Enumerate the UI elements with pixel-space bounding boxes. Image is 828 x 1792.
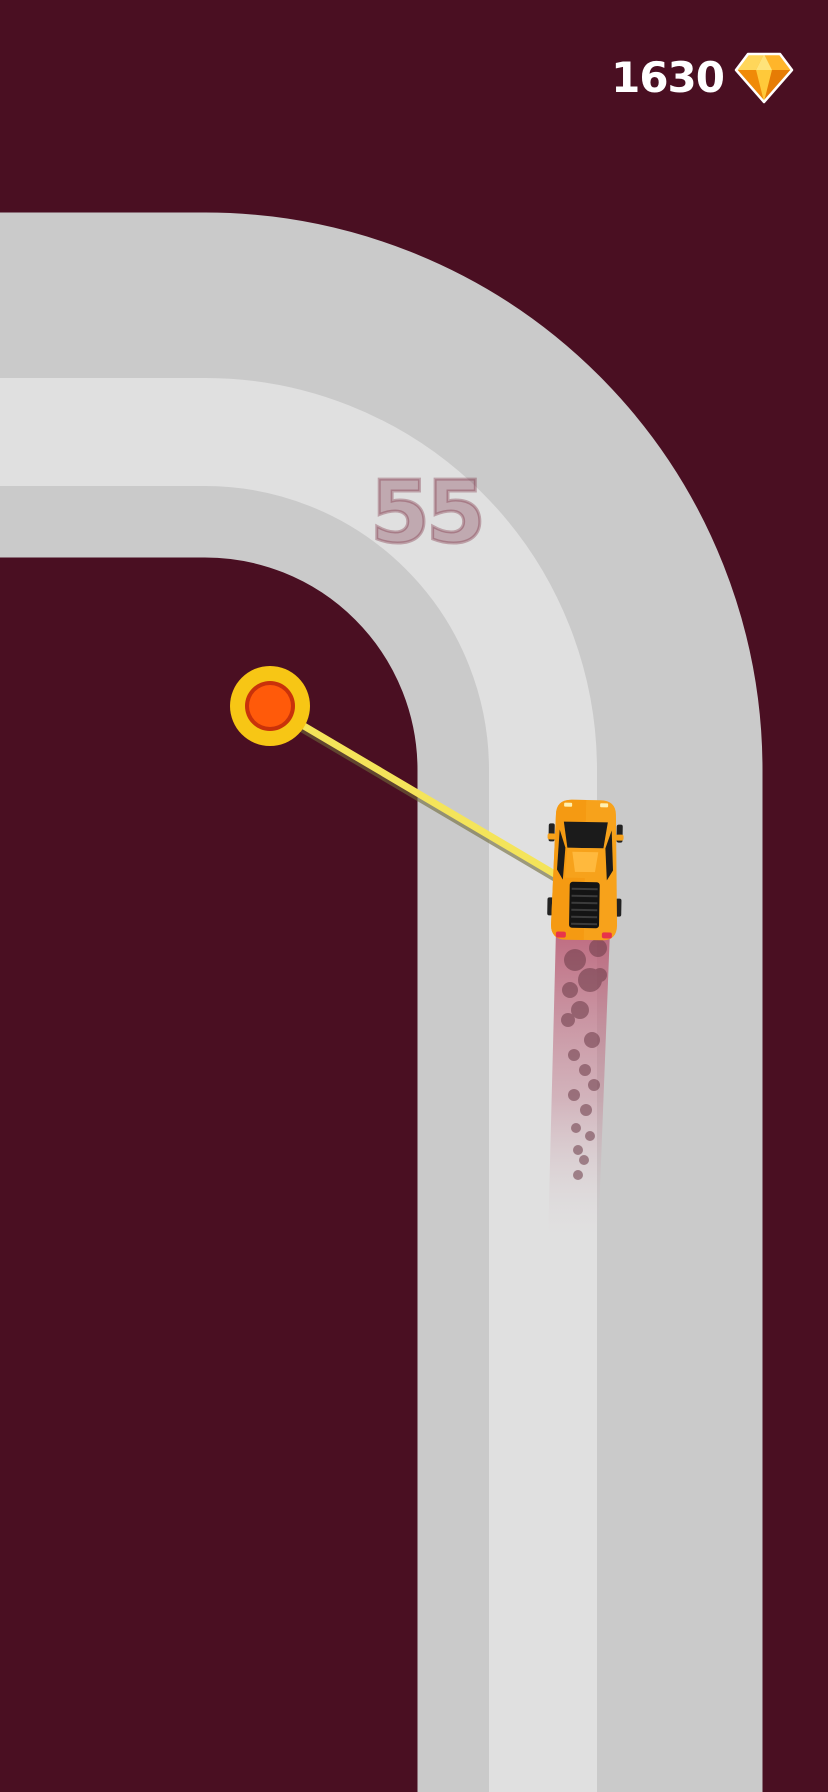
game-stage[interactable]: 55 1630	[0, 0, 828, 1792]
gem-counter: 1630	[611, 52, 794, 104]
gem-count: 1630	[611, 53, 725, 102]
player-car	[547, 799, 624, 941]
game-scene	[0, 212, 763, 1792]
pivot-post	[230, 666, 310, 746]
diamond-gem-icon	[734, 52, 794, 104]
drift-score: 55	[369, 463, 488, 563]
